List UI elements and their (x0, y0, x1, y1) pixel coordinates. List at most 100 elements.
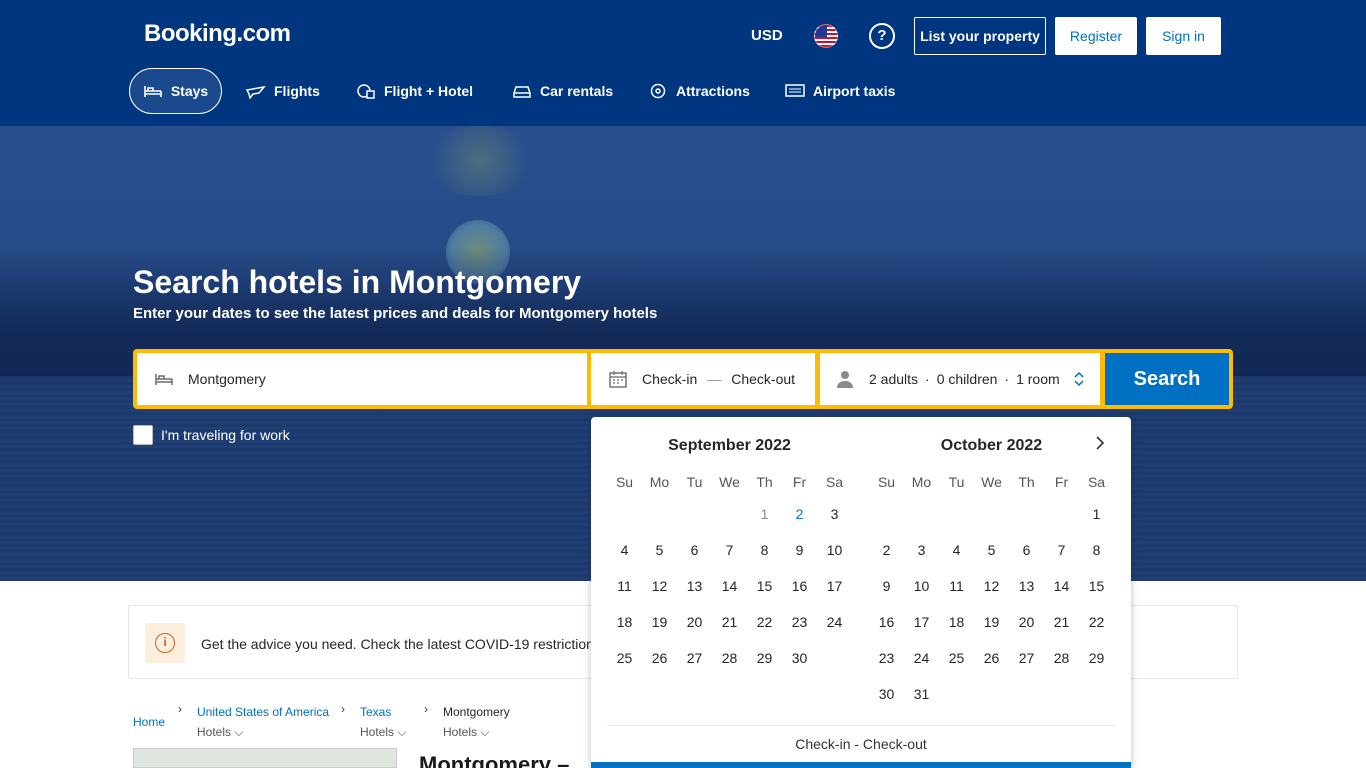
map-thumbnail[interactable] (133, 748, 397, 768)
breadcrumb-texas-hotels[interactable]: Hotels ⌵ (360, 725, 406, 740)
calendar-day[interactable]: 20 (1009, 604, 1044, 640)
us-flag-icon[interactable] (814, 24, 838, 48)
calendar-day[interactable]: 25 (607, 640, 642, 676)
calendar-day[interactable]: 28 (1044, 640, 1079, 676)
calendar-day[interactable]: 8 (747, 532, 782, 568)
nav-label: Flights (274, 83, 320, 99)
calendar-day[interactable]: 30 (869, 676, 904, 712)
calendar-day[interactable]: 11 (607, 568, 642, 604)
nav-tab-stays[interactable]: Stays (129, 68, 222, 114)
calendar-day[interactable]: 27 (1009, 640, 1044, 676)
calendar-day[interactable]: 5 (974, 532, 1009, 568)
guests-selector[interactable]: 2 adults · 0 children · 1 room (820, 353, 1100, 405)
currency-selector[interactable]: USD (751, 27, 783, 44)
register-button[interactable]: Register (1055, 17, 1137, 55)
person-icon (837, 371, 853, 388)
breadcrumb-home[interactable]: Home (133, 715, 165, 729)
calendar-day[interactable]: 12 (974, 568, 1009, 604)
sign-in-button[interactable]: Sign in (1146, 17, 1221, 55)
calendar-day[interactable]: 19 (974, 604, 1009, 640)
calendar-day[interactable]: 4 (607, 532, 642, 568)
work-travel-checkbox[interactable] (133, 425, 153, 445)
calendar-done-bar[interactable] (591, 762, 1131, 768)
calendar-day[interactable]: 22 (747, 604, 782, 640)
calendar-day[interactable]: 19 (642, 604, 677, 640)
calendar-day[interactable]: 26 (642, 640, 677, 676)
info-icon: i (145, 623, 185, 663)
calendar-day[interactable]: 14 (1044, 568, 1079, 604)
calendar-empty-cell (1009, 496, 1044, 532)
calendar-day[interactable]: 23 (869, 640, 904, 676)
calendar-day[interactable]: 26 (974, 640, 1009, 676)
destination-input[interactable]: Montgomery (137, 353, 587, 405)
calendar-day[interactable]: 28 (712, 640, 747, 676)
calendar-day[interactable]: 10 (817, 532, 852, 568)
calendar-day[interactable]: 5 (642, 532, 677, 568)
page-subtitle: Enter your dates to see the latest price… (133, 305, 658, 322)
nav-tab-flights[interactable]: Flights (246, 68, 320, 114)
calendar-day[interactable]: 18 (939, 604, 974, 640)
help-icon[interactable]: ? (869, 23, 895, 49)
next-month-chevron-icon[interactable] (1095, 435, 1111, 455)
calendar-day[interactable]: 15 (747, 568, 782, 604)
calendar-day[interactable]: 6 (1009, 532, 1044, 568)
nav-tab-attractions[interactable]: Attractions (648, 68, 750, 114)
calendar-day[interactable]: 16 (782, 568, 817, 604)
list-property-button[interactable]: List your property (914, 17, 1046, 55)
calendar-day[interactable]: 16 (869, 604, 904, 640)
calendar-day[interactable]: 8 (1079, 532, 1114, 568)
booking-logo[interactable]: Booking.com (144, 20, 291, 48)
calendar-day[interactable]: 24 (904, 640, 939, 676)
calendar-day[interactable]: 1 (1079, 496, 1114, 532)
calendar-day[interactable]: 2 (869, 532, 904, 568)
breadcrumb-texas[interactable]: Texas Hotels ⌵ (360, 705, 406, 740)
calendar-day[interactable]: 17 (817, 568, 852, 604)
calendar-day[interactable]: 25 (939, 640, 974, 676)
breadcrumb-texas-link[interactable]: Texas (360, 705, 406, 719)
nav-tab-flight-hotel[interactable]: Flight + Hotel (356, 68, 473, 114)
calendar-day[interactable]: 21 (712, 604, 747, 640)
breadcrumb-montgomery-hotels[interactable]: Hotels ⌵ (443, 725, 510, 740)
calendar-day[interactable]: 23 (782, 604, 817, 640)
calendar-day[interactable]: 15 (1079, 568, 1114, 604)
rooms-count: 1 room (1016, 371, 1060, 387)
calendar-day[interactable]: 17 (904, 604, 939, 640)
calendar-day[interactable]: 30 (782, 640, 817, 676)
calendar-day[interactable]: 10 (904, 568, 939, 604)
calendar-day[interactable]: 6 (677, 532, 712, 568)
date-picker-field[interactable]: Check-in — Check-out (591, 353, 815, 405)
calendar-day[interactable]: 13 (1009, 568, 1044, 604)
calendar-day[interactable]: 11 (939, 568, 974, 604)
bed-icon (155, 374, 173, 385)
work-travel-option[interactable]: I'm traveling for work (133, 425, 290, 445)
calendar-day[interactable]: 2 (782, 496, 817, 532)
bed-icon (144, 86, 162, 97)
search-button[interactable]: Search (1105, 353, 1229, 405)
calendar-day[interactable]: 29 (747, 640, 782, 676)
date-dash: — (707, 371, 722, 387)
breadcrumb-usa-hotels[interactable]: Hotels ⌵ (197, 725, 329, 740)
calendar-day[interactable]: 18 (607, 604, 642, 640)
calendar-day[interactable]: 7 (712, 532, 747, 568)
calendar-day[interactable]: 22 (1079, 604, 1114, 640)
calendar-day[interactable]: 12 (642, 568, 677, 604)
nav-tab-car-rentals[interactable]: Car rentals (512, 68, 613, 114)
nav-tab-airport-taxis[interactable]: Airport taxis (785, 68, 895, 114)
calendar-day[interactable]: 27 (677, 640, 712, 676)
calendar-day[interactable]: 20 (677, 604, 712, 640)
breadcrumb-usa-link[interactable]: United States of America (197, 705, 329, 719)
calendar-empty-cell (712, 496, 747, 532)
calendar-day[interactable]: 4 (939, 532, 974, 568)
calendar-day[interactable]: 13 (677, 568, 712, 604)
calendar-day[interactable]: 21 (1044, 604, 1079, 640)
calendar-day[interactable]: 14 (712, 568, 747, 604)
calendar-day[interactable]: 3 (817, 496, 852, 532)
calendar-day[interactable]: 9 (869, 568, 904, 604)
calendar-day[interactable]: 3 (904, 532, 939, 568)
calendar-day[interactable]: 24 (817, 604, 852, 640)
calendar-day[interactable]: 9 (782, 532, 817, 568)
calendar-day[interactable]: 7 (1044, 532, 1079, 568)
breadcrumb-usa[interactable]: United States of America Hotels ⌵ (197, 705, 329, 740)
calendar-day[interactable]: 31 (904, 676, 939, 712)
calendar-day[interactable]: 29 (1079, 640, 1114, 676)
